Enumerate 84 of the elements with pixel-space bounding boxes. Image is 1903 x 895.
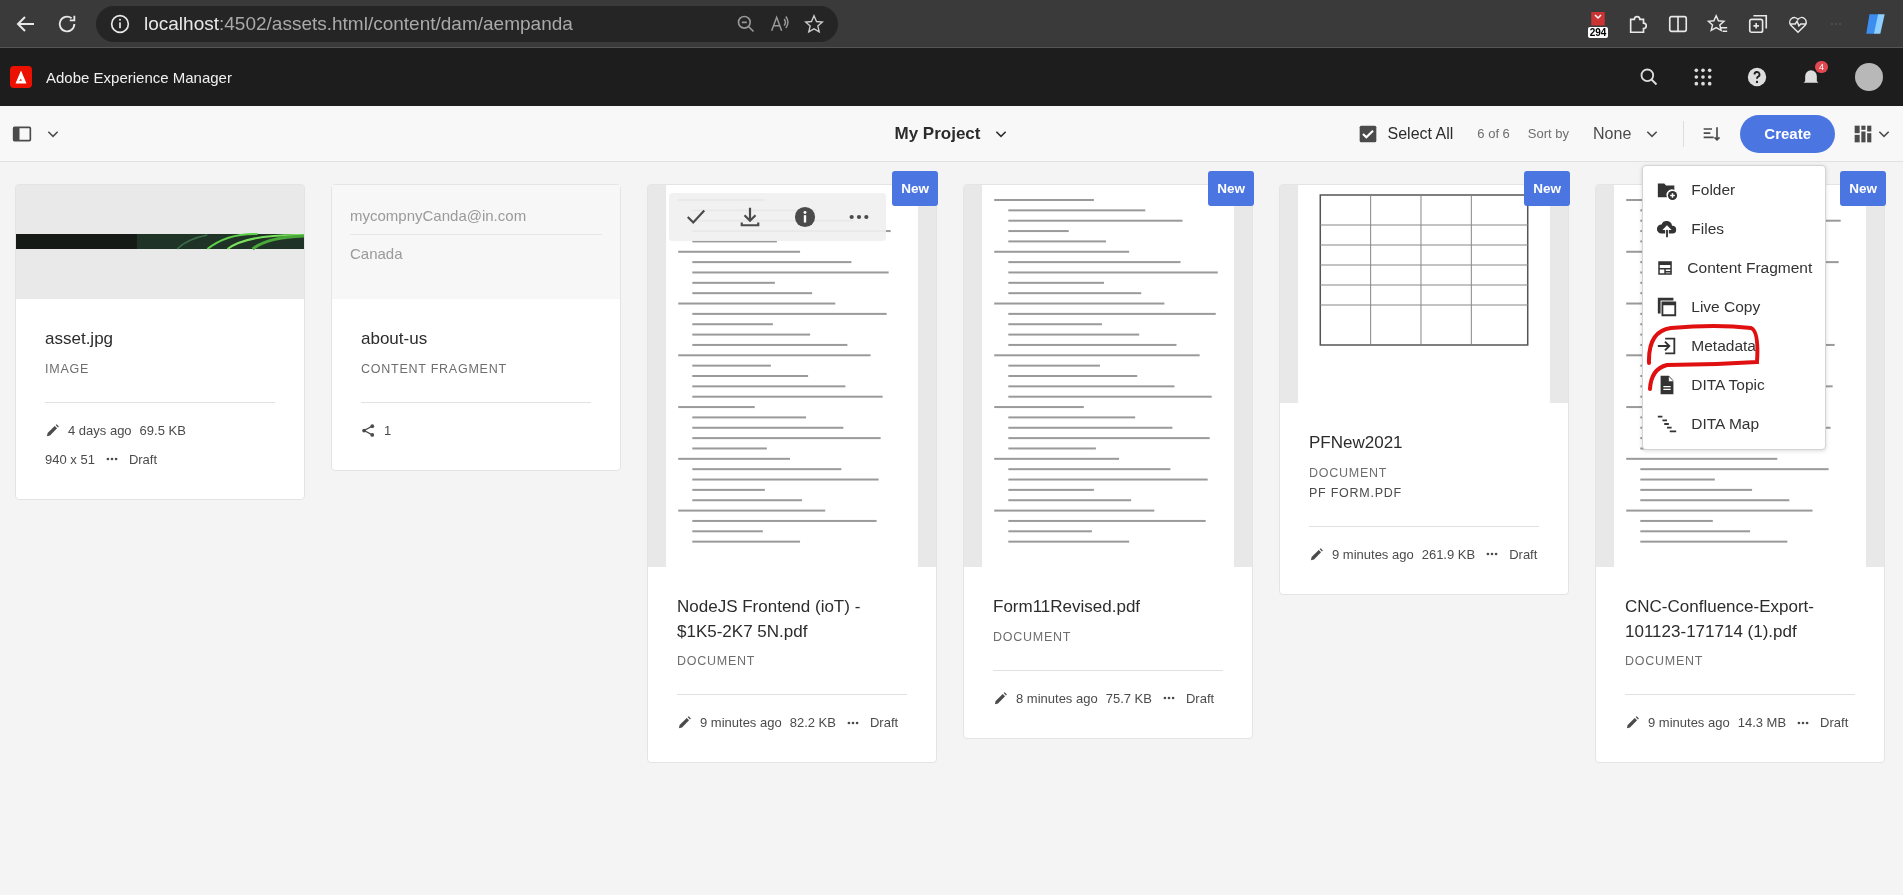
- status-text: Draft: [1820, 715, 1849, 731]
- asset-type: DOCUMENT: [1309, 465, 1389, 480]
- status-text: Draft: [1185, 690, 1215, 706]
- asset-type: CONTENT FRAGMENT: [361, 361, 508, 376]
- pencil-icon: [1309, 546, 1324, 562]
- card-view-icon[interactable]: [1853, 123, 1873, 144]
- asset-title: Form11Revised.pdf: [993, 596, 1142, 618]
- asset-type: DOCUMENT: [1625, 654, 1705, 669]
- info-icon[interactable]: [793, 206, 816, 228]
- menu-item[interactable]: Live Copy: [1643, 287, 1826, 327]
- tree-icon[interactable]: [1656, 413, 1679, 435]
- sort-dropdown[interactable]: None: [1587, 123, 1666, 144]
- modified-time: 9 minutes ago: [1648, 715, 1730, 731]
- star-icon[interactable]: [803, 13, 824, 34]
- pencil-icon: [993, 690, 1008, 706]
- menu-item[interactable]: Content Fragment: [1643, 248, 1826, 288]
- info-icon: [110, 13, 130, 34]
- menu-label: Content Fragment: [1687, 259, 1813, 277]
- reference-count: 1: [384, 422, 392, 438]
- create-button[interactable]: Create: [1740, 114, 1835, 153]
- share-icon: [361, 422, 376, 438]
- windows-icon[interactable]: [1656, 296, 1679, 318]
- favorites-icon[interactable]: [1707, 12, 1729, 35]
- menu-label: Folder: [1691, 181, 1736, 199]
- read-aloud-icon[interactable]: [769, 13, 790, 34]
- app-title: Adobe Experience Manager: [46, 68, 232, 86]
- preview-text: Canada: [350, 244, 404, 264]
- modified-time: 9 minutes ago: [700, 715, 782, 731]
- menu-label: Live Copy: [1691, 298, 1761, 316]
- help-icon[interactable]: [1747, 67, 1767, 87]
- menu-label: Files: [1691, 220, 1725, 238]
- menu-item[interactable]: DITA Map: [1643, 404, 1826, 444]
- new-badge: New: [1524, 171, 1570, 206]
- menu-label: DITA Topic: [1691, 376, 1765, 394]
- asset-type: IMAGE: [45, 361, 91, 376]
- checkbox-icon: [1357, 123, 1378, 144]
- asset-title: PFNew2021: [1309, 432, 1404, 454]
- asset-title: CNC-Confluence-Export-101123-171714 (1).pdf: [1625, 596, 1815, 643]
- file-size: 69.5 KB: [139, 422, 186, 438]
- zoom-out-icon[interactable]: [735, 13, 756, 34]
- collections-icon[interactable]: [1747, 12, 1769, 35]
- status-text: Draft: [1509, 546, 1538, 562]
- dimensions: 940 x 51: [45, 451, 95, 467]
- avatar[interactable]: [1855, 63, 1883, 91]
- asset-card[interactable]: asset.jpg IMAGE 4 days ago 69.5 KB 940 x 51 Draft: [15, 184, 305, 500]
- item-count: 6 of 6: [1477, 126, 1510, 141]
- url-text: localhost:4502/assets.html/content/dam/aempanda: [144, 12, 573, 35]
- address-bar[interactable]: localhost:4502/assets.html/content/dam/aempanda: [96, 5, 838, 42]
- pencil-icon: [1625, 715, 1640, 731]
- preview-text: mycompnyCanda@in.com: [350, 197, 602, 235]
- modified-time: 4 days ago: [68, 422, 132, 438]
- file-name: PF FORM.PDF: [1309, 485, 1403, 500]
- asset-card[interactable]: mycompnyCanda@in.com Canada about-us CONTENT FRAGMENT 1: [331, 184, 621, 471]
- notification-badge: 4: [1815, 61, 1828, 73]
- file-size: 261.9 KB: [1421, 546, 1476, 562]
- menu-item[interactable]: DITA Topic: [1643, 365, 1826, 405]
- adobe-logo-icon: [10, 66, 32, 88]
- sort-label: Sort by: [1527, 126, 1570, 141]
- apps-icon[interactable]: [1693, 67, 1713, 87]
- cloud-upload-icon[interactable]: [1656, 218, 1679, 240]
- file-size: 82.2 KB: [789, 715, 836, 731]
- modified-time: 8 minutes ago: [1016, 690, 1098, 706]
- extension-badge: 294: [1587, 27, 1609, 38]
- pencil-icon: [45, 422, 60, 438]
- status-text: Draft: [869, 715, 899, 731]
- menu-label: DITA Map: [1691, 415, 1760, 433]
- asset-title: about-us: [361, 328, 429, 350]
- asset-title: NodeJS Frontend (ioT) - $1K5-2K7 5N.pdf: [677, 596, 862, 643]
- search-icon[interactable]: [1639, 67, 1659, 87]
- asset-type: DOCUMENT: [677, 654, 757, 669]
- new-badge: New: [1208, 171, 1254, 206]
- asset-type: DOCUMENT: [993, 629, 1073, 644]
- modified-time: 9 minutes ago: [1332, 546, 1414, 562]
- new-badge: New: [892, 171, 938, 206]
- project-title-dropdown[interactable]: My Project: [888, 122, 1015, 145]
- pencil-icon: [677, 715, 692, 731]
- download-icon[interactable]: [739, 206, 762, 228]
- status-text: Draft: [128, 451, 158, 467]
- select-all-button[interactable]: Select All: [1351, 122, 1460, 145]
- new-badge: New: [1840, 171, 1886, 206]
- menu-item[interactable]: Files: [1643, 209, 1826, 249]
- file-size: 14.3 MB: [1737, 715, 1787, 731]
- asset-title: asset.jpg: [45, 328, 115, 350]
- file-size: 75.7 KB: [1105, 690, 1152, 706]
